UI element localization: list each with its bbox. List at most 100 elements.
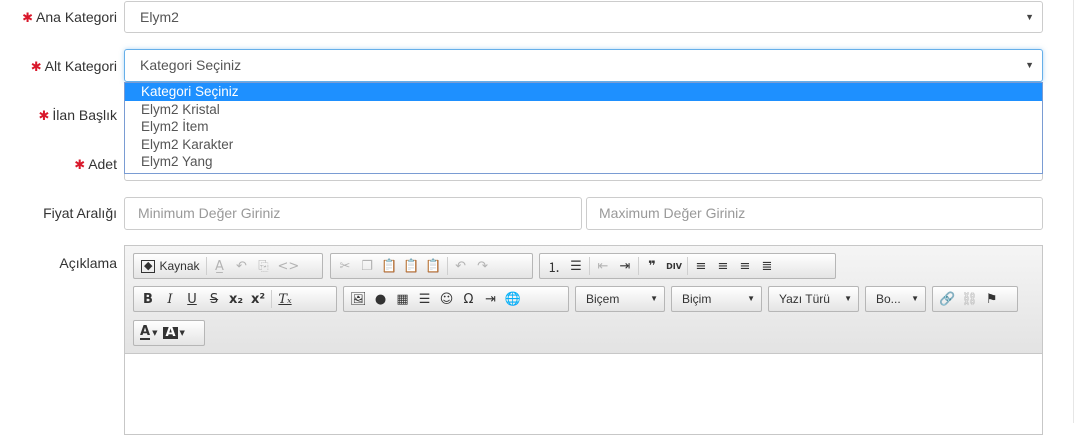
cut-icon[interactable]: ✂ <box>334 255 356 277</box>
max-price-placeholder: Maximum Değer Giriniz <box>599 205 746 221</box>
align-center-icon[interactable]: ≡ <box>712 255 734 277</box>
chevron-down-icon: ▼ <box>844 294 852 303</box>
link-icon[interactable]: 🔗 <box>936 288 958 310</box>
align-right-icon[interactable]: ≡ <box>734 255 756 277</box>
redo-icon[interactable]: ↷ <box>472 255 494 277</box>
alt-kategori-dropdown-list[interactable]: Kategori Seçiniz Elym2 Kristal Elym2 İte… <box>124 82 1043 174</box>
required-mark: ✱ <box>74 157 86 172</box>
required-mark: ✱ <box>30 59 42 74</box>
numbered-list-icon[interactable]: ⒈ <box>543 255 565 277</box>
separator <box>589 257 590 275</box>
toolbar-group-clipboard: ✂ ❐ 📋 📋 📋 ↶ ↷ <box>330 253 533 279</box>
omega-icon[interactable]: Ω <box>458 288 480 310</box>
dropdown-option[interactable]: Elym2 Kristal <box>125 101 1042 119</box>
editor-content-area[interactable] <box>125 354 1042 434</box>
chevron-down-icon: ▼ <box>911 294 919 303</box>
rich-text-editor[interactable]: ◆ Kaynak A̲ ↶ ⎘ <> ✂ ❐ 📋 📋 📋 ↶ ↷ ⒈ ☰ ⇤ ⇥ … <box>124 245 1043 435</box>
required-mark: ✱ <box>38 108 50 123</box>
toolbar-group-links: 🔗 ⛓ ⚑ <box>932 286 1018 312</box>
styles-combo-label: Biçem <box>586 292 620 306</box>
subscript-icon[interactable]: x₂ <box>225 288 247 310</box>
unlink-icon[interactable]: ⛓ <box>958 288 981 310</box>
dropdown-option[interactable]: Elym2 İtem <box>125 118 1042 136</box>
ana-kategori-select[interactable]: Elym2 ▼ <box>124 1 1043 33</box>
separator <box>205 257 207 275</box>
undo-icon[interactable]: ↶ <box>450 255 472 277</box>
source-label: Kaynak <box>159 259 200 273</box>
table-icon[interactable]: ▦ <box>392 288 414 310</box>
format-combo-label: Biçim <box>682 292 712 306</box>
image-icon[interactable]: 🖼 <box>347 288 370 310</box>
ana-kategori-label-text: Ana Kategori <box>36 9 117 25</box>
justify-icon[interactable]: ≣ <box>756 255 778 277</box>
blockquote-icon[interactable]: ❞ <box>641 255 663 277</box>
bold-icon[interactable]: B <box>137 288 159 310</box>
strikethrough-icon[interactable]: S <box>203 288 225 310</box>
separator <box>687 257 688 275</box>
chevron-down-icon: ▼ <box>1025 60 1034 70</box>
indent-icon[interactable]: ⇥ <box>614 255 636 277</box>
chevron-down-icon: ▼ <box>1025 12 1034 22</box>
clear-format-icon[interactable]: Tₓ <box>274 288 296 310</box>
paste-icon[interactable]: 📋 <box>378 255 400 277</box>
required-mark: ✱ <box>22 10 34 25</box>
chevron-down-icon: ▼ <box>650 294 658 303</box>
separator <box>446 257 448 275</box>
font-size-combo-label: Bo... <box>876 292 901 306</box>
alt-kategori-label-text: Alt Kategori <box>44 58 117 74</box>
bulleted-list-icon[interactable]: ☰ <box>565 255 587 277</box>
source-icon: ◆ <box>141 259 156 273</box>
fiyat-araligi-label: Fiyat Aralığı <box>43 205 117 221</box>
paste-style-icon[interactable]: ⎘ <box>253 255 275 277</box>
ana-kategori-label: ✱ Ana Kategori <box>20 7 117 28</box>
dropdown-option[interactable]: Elym2 Yang <box>125 153 1042 171</box>
div-icon[interactable]: DIV <box>663 255 685 277</box>
font-size-combo[interactable]: Bo... ▼ <box>865 286 926 312</box>
paste-word-icon[interactable]: 📋 <box>422 255 444 277</box>
flash-icon[interactable]: ● <box>370 288 392 310</box>
toolbar-group-paragraph: ⒈ ☰ ⇤ ⇥ ❞ DIV ≡ ≡ ≡ ≣ <box>539 253 836 279</box>
text-color-icon[interactable]: A ▼ <box>137 322 160 344</box>
code-icon[interactable]: <> <box>275 255 303 277</box>
alt-kategori-value: Kategori Seçiniz <box>140 57 242 73</box>
underline-icon[interactable]: U <box>181 288 203 310</box>
remove-format-icon[interactable]: A̲ <box>209 255 231 277</box>
ilan-baslik-label: ✱ İlan Başlık <box>20 105 118 126</box>
italic-icon[interactable]: I <box>159 288 181 310</box>
background-color-icon[interactable]: A ▼ <box>160 322 187 344</box>
toolbar-group-insert: 🖼 ● ▦ ☰ ☺ Ω ⇥ 🌐 <box>343 286 569 312</box>
separator <box>271 290 272 308</box>
horizontal-line-icon[interactable]: ☰ <box>414 288 436 310</box>
toolbar-group-document: ◆ Kaynak A̲ ↶ ⎘ <> <box>133 253 323 279</box>
min-price-input[interactable]: Minimum Değer Giriniz <box>124 197 582 230</box>
ana-kategori-value: Elym2 <box>140 9 179 25</box>
toolbar-group-colors: A ▼ A ▼ <box>133 320 205 346</box>
paste-text-icon[interactable]: 📋 <box>400 255 422 277</box>
aciklama-label: Açıklama <box>59 255 117 271</box>
font-combo-label: Yazı Türü <box>779 292 830 306</box>
undo-style-icon[interactable]: ↶ <box>231 255 253 277</box>
styles-combo[interactable]: Biçem ▼ <box>575 286 665 312</box>
outdent-icon[interactable]: ⇤ <box>592 255 614 277</box>
alt-kategori-label: ✱ Alt Kategori <box>20 56 117 77</box>
editor-toolbar: ◆ Kaynak A̲ ↶ ⎘ <> ✂ ❐ 📋 📋 📋 ↶ ↷ ⒈ ☰ ⇤ ⇥ … <box>125 246 1042 354</box>
format-combo[interactable]: Biçim ▼ <box>671 286 762 312</box>
dropdown-option[interactable]: Elym2 Karakter <box>125 136 1042 154</box>
min-price-placeholder: Minimum Değer Giriniz <box>138 205 281 221</box>
source-button[interactable]: ◆ Kaynak <box>137 255 204 277</box>
smiley-icon[interactable]: ☺ <box>436 288 458 310</box>
font-combo[interactable]: Yazı Türü ▼ <box>768 286 859 312</box>
align-left-icon[interactable]: ≡ <box>690 255 712 277</box>
chevron-down-icon: ▼ <box>747 294 755 303</box>
ilan-baslik-label-text: İlan Başlık <box>52 107 117 123</box>
page-break-icon[interactable]: ⇥ <box>480 288 502 310</box>
copy-icon[interactable]: ❐ <box>356 255 378 277</box>
anchor-icon[interactable]: ⚑ <box>981 288 1003 310</box>
superscript-icon[interactable]: x² <box>247 288 269 310</box>
alt-kategori-select[interactable]: Kategori Seçiniz ▼ <box>124 49 1043 82</box>
dropdown-option[interactable]: Kategori Seçiniz <box>125 83 1042 101</box>
max-price-input[interactable]: Maximum Değer Giriniz <box>586 197 1043 230</box>
adet-label: ✱ Adet <box>20 154 117 175</box>
iframe-icon[interactable]: 🌐 <box>502 288 524 310</box>
adet-label-text: Adet <box>88 156 117 172</box>
